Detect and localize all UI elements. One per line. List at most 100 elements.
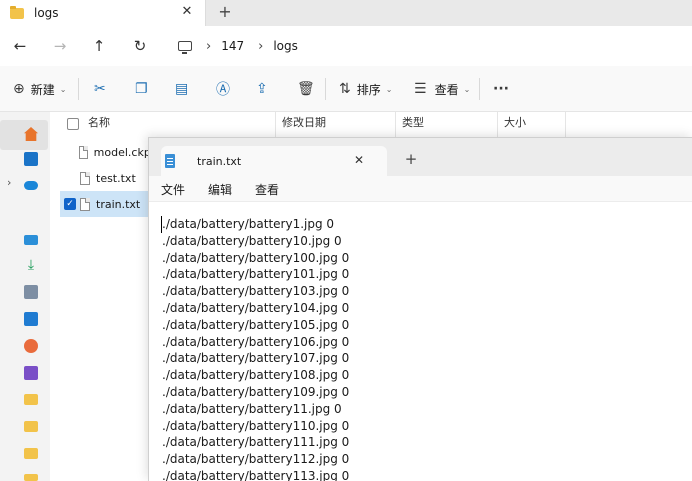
notepad-tab-train-txt[interactable]: train.txt ✕ — [161, 146, 387, 176]
new-tab-button[interactable]: + — [403, 151, 419, 167]
file-icon — [80, 171, 90, 185]
column-divider[interactable] — [395, 112, 396, 138]
paste-button[interactable]: ▤ — [175, 78, 188, 100]
file-row-test-txt[interactable]: test.txt — [60, 165, 148, 191]
breadcrumb-item-147[interactable]: 147 — [221, 39, 244, 53]
chevron-down-icon: ⌄ — [59, 84, 67, 94]
text-line: ./data/battery/battery110.jpg 0 — [162, 418, 350, 433]
more-options-button[interactable]: ··· — [493, 78, 509, 100]
notepad-icon — [165, 154, 175, 168]
up-button[interactable]: ↑ — [87, 34, 111, 58]
select-all-checkbox[interactable] — [67, 118, 79, 130]
sort-button-label: 排序 — [356, 82, 381, 97]
file-icon — [80, 197, 90, 211]
toolbar-divider — [479, 78, 480, 100]
file-name: model.ckpt — [93, 145, 148, 159]
text-line: ./data/battery/battery107.jpg 0 — [162, 351, 350, 366]
checkmark-icon[interactable]: ✓ — [64, 198, 76, 210]
text-line: ./data/battery/battery108.jpg 0 — [162, 368, 350, 383]
folder-icon[interactable] — [24, 394, 38, 405]
breadcrumb-chevron-icon[interactable]: › — [206, 39, 211, 54]
notepad-tab-label: train.txt — [197, 154, 242, 168]
sort-button[interactable]: ⇅ 排序 ⌄ — [339, 78, 392, 100]
column-divider[interactable] — [497, 112, 498, 138]
desktop-icon[interactable] — [24, 235, 38, 245]
breadcrumb-item-logs[interactable]: logs — [273, 39, 298, 53]
new-button[interactable]: ⊕ 新建 ⌄ — [13, 78, 66, 100]
onedrive-icon[interactable] — [24, 181, 38, 190]
videos-icon[interactable] — [24, 366, 38, 380]
breadcrumb: › 147 › logs — [168, 34, 298, 58]
text-line: ./data/battery/battery100.jpg 0 — [162, 250, 350, 265]
toolbar-divider — [325, 78, 326, 100]
text-line: ./data/battery/battery105.jpg 0 — [162, 317, 350, 332]
breadcrumb-chevron-icon[interactable]: › — [258, 39, 263, 54]
file-name: train.txt — [96, 197, 141, 211]
computer-icon[interactable] — [178, 41, 192, 54]
menu-edit[interactable]: 编辑 — [208, 181, 232, 198]
view-button[interactable]: ☰ 查看 ⌄ — [414, 78, 470, 100]
command-bar: ⊕ 新建 ⌄ ✂ ❐ ▤ Ⓐ ⇪ 🗑 ⇅ 排序 ⌄ ☰ 查看 ⌄ ··· — [0, 66, 692, 112]
more-icon: ··· — [493, 81, 509, 97]
notepad-window: train.txt ✕ + 文件 编辑 查看 ./data/battery/ba… — [148, 137, 692, 481]
forward-button[interactable]: → — [48, 34, 72, 58]
sidebar-item-home[interactable] — [0, 120, 48, 150]
back-button[interactable]: ← — [8, 34, 32, 58]
column-divider[interactable] — [565, 112, 566, 138]
text-line: ./data/battery/battery113.jpg 0 — [162, 469, 350, 481]
column-divider[interactable] — [275, 112, 276, 138]
menu-view[interactable]: 查看 — [255, 181, 279, 198]
column-header-type[interactable]: 类型 — [402, 112, 424, 138]
view-list-icon: ☰ — [414, 81, 427, 97]
file-icon — [78, 145, 88, 159]
close-tab-icon[interactable]: ✕ — [351, 152, 367, 168]
navigation-pane: › ⤓ — [0, 112, 50, 481]
refresh-button[interactable]: ↻ — [128, 34, 152, 58]
cut-button[interactable]: ✂ — [94, 78, 106, 100]
music-icon[interactable] — [24, 339, 38, 353]
explorer-tab-label: logs — [34, 6, 59, 20]
downloads-icon[interactable]: ⤓ — [24, 258, 38, 272]
file-name: test.txt — [96, 171, 136, 185]
chevron-down-icon: ⌄ — [463, 84, 471, 94]
text-line: ./data/battery/battery109.jpg 0 — [162, 385, 350, 399]
folder-icon[interactable] — [24, 448, 38, 459]
explorer-tab-logs[interactable]: logs ✕ — [0, 0, 206, 26]
new-tab-button[interactable]: + — [216, 3, 234, 21]
sort-icon: ⇅ — [339, 81, 351, 97]
folder-icon — [10, 5, 24, 19]
text-line: ./data/battery/battery101.jpg 0 — [162, 267, 350, 282]
text-line: ./data/battery/battery106.jpg 0 — [162, 334, 350, 349]
file-row-model-ckpt[interactable]: model.ckpt — [60, 139, 148, 165]
view-button-label: 查看 — [434, 82, 459, 97]
menu-file[interactable]: 文件 — [161, 181, 185, 198]
text-line: ./data/battery/battery111.jpg 0 — [162, 435, 350, 450]
column-header-size[interactable]: 大小 — [504, 112, 526, 138]
row-checkbox[interactable] — [64, 146, 75, 158]
text-editor-area[interactable]: ./data/battery/battery1.jpg 0 ./data/batt… — [149, 202, 692, 481]
close-tab-icon[interactable]: ✕ — [179, 4, 195, 20]
row-checkbox[interactable] — [64, 172, 76, 184]
copy-button[interactable]: ❐ — [135, 78, 148, 100]
folder-icon[interactable] — [24, 474, 38, 481]
file-row-train-txt[interactable]: ✓ train.txt — [60, 191, 148, 217]
column-header-date[interactable]: 修改日期 — [282, 112, 326, 138]
copy-icon: ❐ — [135, 81, 148, 97]
column-header-name[interactable]: 名称 — [88, 112, 110, 138]
share-button[interactable]: ⇪ — [256, 78, 268, 100]
toolbar-divider — [78, 78, 79, 100]
new-button-label: 新建 — [30, 82, 55, 97]
gallery-icon[interactable] — [24, 152, 38, 166]
text-line: ./data/battery/battery104.jpg 0 — [162, 301, 350, 315]
notepad-titlebar: train.txt ✕ + — [149, 138, 692, 176]
rename-button[interactable]: Ⓐ — [216, 78, 230, 100]
documents-icon[interactable] — [24, 285, 38, 299]
text-line: ./data/battery/battery103.jpg 0 — [162, 284, 350, 299]
text-line: ./data/battery/battery11.jpg 0 — [162, 401, 342, 416]
trash-icon: 🗑 — [297, 81, 315, 97]
folder-icon[interactable] — [24, 421, 38, 432]
expand-chevron-icon[interactable]: › — [7, 176, 11, 189]
delete-button[interactable]: 🗑 — [297, 78, 315, 100]
pictures-icon[interactable] — [24, 312, 38, 326]
notepad-menu-bar: 文件 编辑 查看 — [149, 176, 692, 202]
